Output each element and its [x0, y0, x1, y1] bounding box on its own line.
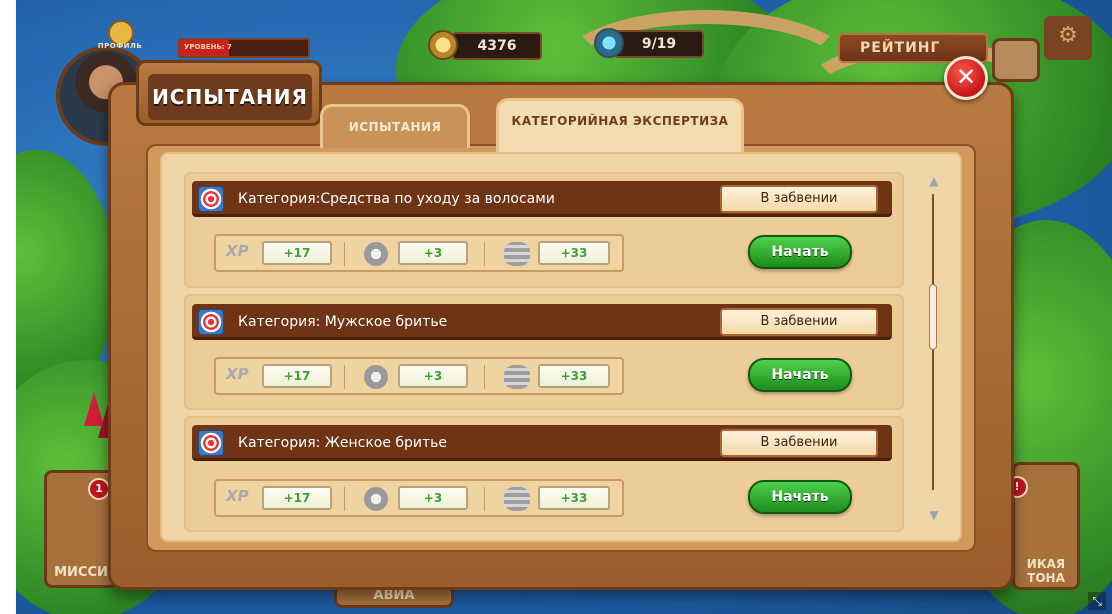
scroll-down-arrow-icon[interactable]: ▼ [925, 508, 943, 522]
category-header: Категория: Мужское бритье В забвении [192, 304, 892, 340]
coins-reward: +33 [538, 241, 610, 265]
coins-reward: +33 [538, 364, 610, 388]
coins-reward: +33 [538, 486, 610, 510]
coins-stack-icon [504, 365, 530, 389]
scrollbar-thumb[interactable] [929, 284, 937, 350]
xp-icon: XP [226, 487, 249, 505]
category-label: Категория:Средства по уходу за волосами [238, 191, 555, 207]
divider [344, 242, 345, 266]
divider [484, 242, 485, 266]
divider [484, 365, 485, 389]
xp-reward: +17 [262, 486, 332, 510]
level-progress-bar: УРОВЕНЬ: 7 [178, 38, 310, 58]
medal-icon [364, 365, 388, 389]
coins-stack-icon [504, 487, 530, 511]
medal-reward: +3 [398, 486, 468, 510]
modal-title: ИСПЫТАНИЯ [148, 74, 312, 120]
category-header: Категория: Женское бритье В забвении [192, 425, 892, 461]
gear-icon[interactable]: ⚙ [1044, 16, 1092, 60]
start-button[interactable]: Начать [748, 358, 852, 392]
reward-row: XP +17 +3 +33 [214, 479, 624, 517]
close-button[interactable]: ✕ [944, 56, 988, 100]
target-icon [198, 309, 224, 335]
gem-icon [594, 28, 624, 58]
coins-stack-icon [504, 242, 530, 266]
missions-badge: 1 [88, 478, 110, 500]
xp-icon: XP [226, 365, 249, 383]
scroll-up-arrow-icon[interactable]: ▲ [925, 174, 943, 188]
category-label: Категория: Мужское бритье [238, 314, 448, 330]
target-icon [198, 430, 224, 456]
xp-reward: +17 [262, 241, 332, 265]
coin-icon [428, 30, 458, 60]
reward-row: XP +17 +3 +33 [214, 234, 624, 272]
tab-challenges[interactable]: ИСПЫТАНИЯ [320, 104, 470, 148]
start-button[interactable]: Начать [748, 235, 852, 269]
rating-shield-icon[interactable] [992, 38, 1040, 82]
status-badge: В забвении [720, 429, 878, 457]
medal-icon [364, 242, 388, 266]
reward-row: XP +17 +3 +33 [214, 357, 624, 395]
category-label: Категория: Женское бритье [238, 435, 448, 451]
xp-reward: +17 [262, 364, 332, 388]
level-label: УРОВЕНЬ: 7 [184, 43, 232, 51]
medal-icon [364, 487, 388, 511]
start-button[interactable]: Начать [748, 480, 852, 514]
profile-label: ПРОФИЛЬ [97, 42, 143, 50]
target-icon [198, 186, 224, 212]
gems-counter: 9/19 [614, 30, 704, 58]
divider [484, 487, 485, 511]
xp-icon: XP [226, 242, 249, 260]
divider [344, 487, 345, 511]
status-badge: В забвении [720, 308, 878, 336]
status-badge: В забвении [720, 185, 878, 213]
category-header: Категория:Средства по уходу за волосами … [192, 181, 892, 217]
minimize-icon[interactable]: ⤡ [1088, 592, 1106, 610]
divider [344, 365, 345, 389]
medal-reward: +3 [398, 241, 468, 265]
coins-counter: 4376 [452, 32, 542, 60]
medal-reward: +3 [398, 364, 468, 388]
tab-category-expertise[interactable]: КАТЕГОРИЙНАЯ ЭКСПЕРТИЗА [496, 98, 744, 152]
